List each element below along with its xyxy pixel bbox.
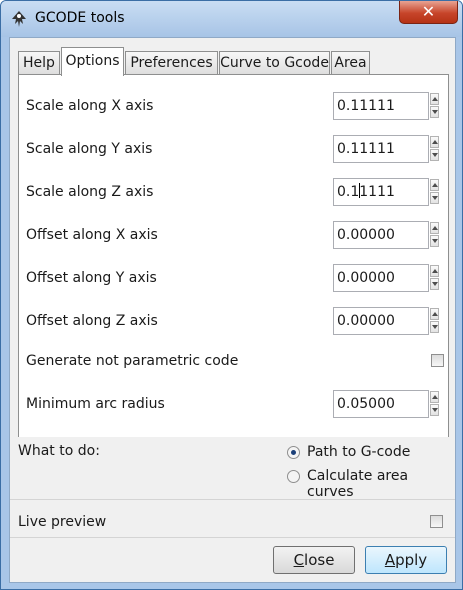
offset-y-label: Offset along Y axis: [26, 270, 157, 286]
spin-down-arrow-icon[interactable]: [430, 235, 439, 247]
tab-options[interactable]: Options: [61, 47, 124, 76]
dialog-window: GCODE tools ✕ Help Options Preferences C…: [0, 0, 463, 590]
spin-up-arrow-icon[interactable]: [430, 93, 439, 105]
spin-down-arrow-icon[interactable]: [430, 192, 439, 204]
spin-down-arrow-icon[interactable]: [430, 278, 439, 290]
offset-y-spinbox[interactable]: 0.00000: [333, 264, 443, 292]
tab-help[interactable]: Help: [18, 51, 60, 74]
scale-y-label: Scale along Y axis: [26, 141, 153, 157]
min-arc-radius-input[interactable]: 0.05000: [333, 390, 429, 418]
close-icon: ✕: [421, 2, 436, 21]
spin-up-arrow-icon[interactable]: [430, 308, 439, 320]
spin-up-arrow-icon[interactable]: [430, 265, 439, 277]
window-close-button[interactable]: ✕: [399, 1, 458, 24]
offset-x-input[interactable]: 0.00000: [333, 221, 429, 249]
live-preview-label: Live preview: [18, 514, 107, 530]
scale-z-label: Scale along Z axis: [26, 184, 154, 200]
offset-z-spinbox[interactable]: 0.00000: [333, 307, 443, 335]
offset-x-spinbox[interactable]: 0.00000: [333, 221, 443, 249]
offset-x-label: Offset along X axis: [26, 227, 158, 243]
scale-z-spinbox[interactable]: 0.11111: [333, 178, 443, 206]
apply-accel-key: A: [384, 551, 396, 569]
dialog-client-area: Help Options Preferences Curve to Gcode …: [9, 37, 456, 583]
offset-y-input[interactable]: 0.00000: [333, 264, 429, 292]
scale-x-input[interactable]: 0.11111: [333, 92, 429, 120]
calculate-area-curves-label[interactable]: Calculate area curves: [307, 468, 455, 500]
scale-z-value-after-caret: 1111: [359, 184, 395, 200]
separator: [10, 537, 455, 538]
tab-area[interactable]: Area: [331, 51, 370, 74]
spin-down-arrow-icon[interactable]: [430, 106, 439, 118]
spin-up-arrow-icon[interactable]: [430, 136, 439, 148]
live-preview-checkbox[interactable]: [430, 515, 443, 528]
offset-z-label: Offset along Z axis: [26, 313, 158, 329]
spin-down-arrow-icon[interactable]: [430, 321, 439, 333]
calculate-area-curves-radio[interactable]: [287, 470, 300, 483]
path-to-gcode-radio[interactable]: [287, 446, 300, 459]
options-panel: Scale along X axis 0.11111 Scale along Y…: [18, 74, 449, 437]
title-bar[interactable]: GCODE tools ✕: [1, 1, 462, 37]
close-button[interactable]: Close: [273, 546, 355, 574]
scale-y-spinbox[interactable]: 0.11111: [333, 135, 443, 163]
separator: [10, 499, 455, 500]
apply-button-label: pply: [395, 551, 428, 569]
spin-up-arrow-icon[interactable]: [430, 179, 439, 191]
spin-down-arrow-icon[interactable]: [430, 149, 439, 161]
not-parametric-label: Generate not parametric code: [26, 353, 239, 369]
scale-x-label: Scale along X axis: [26, 98, 154, 114]
tab-curve-to-gcode[interactable]: Curve to Gcode: [219, 51, 330, 74]
scale-x-spinbox[interactable]: 0.11111: [333, 92, 443, 120]
spin-up-arrow-icon[interactable]: [430, 391, 439, 403]
close-accel-key: C: [293, 551, 305, 569]
scale-z-value-before-caret: 0.1: [337, 184, 360, 200]
not-parametric-checkbox[interactable]: [431, 354, 444, 367]
min-arc-radius-spinbox[interactable]: 0.05000: [333, 390, 443, 418]
window-title: GCODE tools: [35, 10, 125, 26]
path-to-gcode-label[interactable]: Path to G-code: [307, 444, 410, 460]
spin-up-arrow-icon[interactable]: [430, 222, 439, 234]
spin-down-arrow-icon[interactable]: [430, 404, 439, 416]
inkscape-icon: [12, 11, 26, 27]
min-arc-radius-label: Minimum arc radius: [26, 396, 165, 412]
scale-y-input[interactable]: 0.11111: [333, 135, 429, 163]
what-to-do-label: What to do:: [18, 443, 100, 459]
apply-button[interactable]: Apply: [365, 546, 447, 574]
offset-z-input[interactable]: 0.00000: [333, 307, 429, 335]
close-button-label: lose: [304, 551, 335, 569]
scale-z-input[interactable]: 0.11111: [333, 178, 429, 206]
tab-preferences[interactable]: Preferences: [125, 51, 218, 74]
